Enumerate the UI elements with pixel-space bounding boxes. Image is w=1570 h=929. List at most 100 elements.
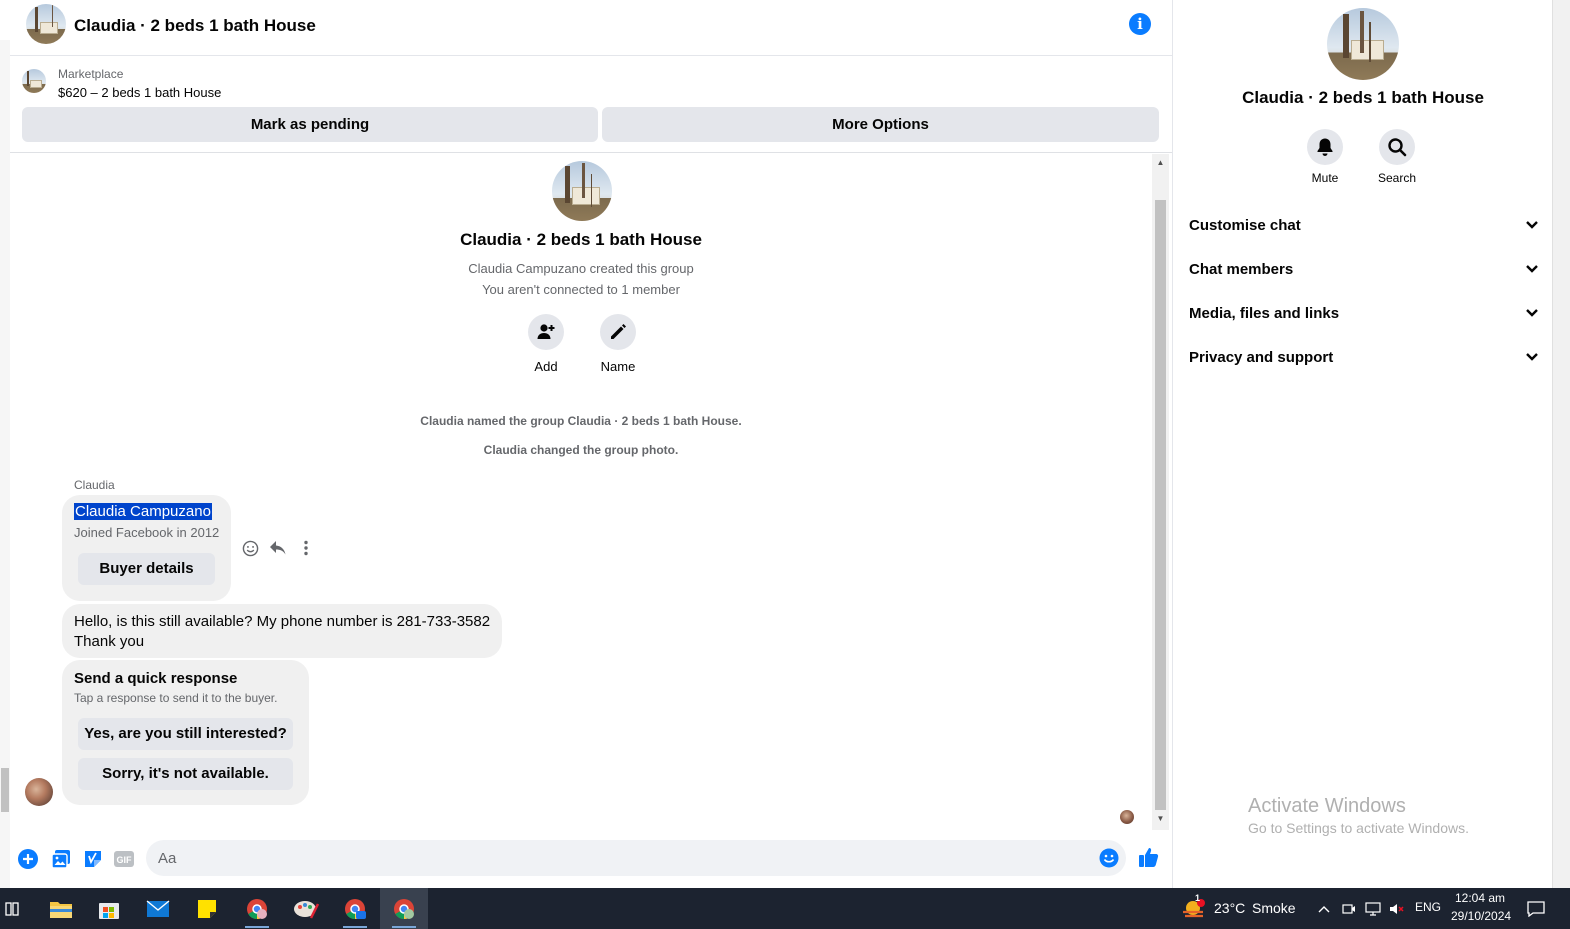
quick-response-title: Send a quick response — [74, 670, 238, 687]
activate-windows-title: Activate Windows — [1248, 795, 1406, 817]
chat-header: Claudia · 2 beds 1 bath House i — [10, 0, 1172, 56]
listing-thumbnail[interactable] — [22, 69, 46, 93]
buyer-name[interactable]: Claudia Campuzano — [74, 503, 212, 520]
network-icon[interactable] — [1362, 888, 1384, 929]
volume-muted-icon[interactable] — [1386, 888, 1408, 929]
buyer-joined-text: Joined Facebook in 2012 — [74, 525, 220, 540]
quick-response-yes-button[interactable]: Yes, are you still interested? — [78, 718, 293, 750]
search-icon[interactable] — [1379, 129, 1415, 165]
group-name: Claudia · 2 beds 1 bath House — [460, 230, 702, 249]
message-thread: Claudia · 2 beds 1 bath House Claudia Ca… — [10, 154, 1152, 830]
name-group-action[interactable]: Name — [583, 314, 653, 374]
reply-icon[interactable] — [268, 538, 288, 558]
gif-label: GIF — [117, 855, 133, 865]
emoji-picker-icon[interactable] — [1099, 848, 1119, 868]
buyer-details-button[interactable]: Buyer details — [78, 553, 215, 585]
sticker-icon[interactable] — [82, 848, 104, 870]
privacy-support-section[interactable]: Privacy and support — [1189, 342, 1539, 372]
weather-temp[interactable]: 23°C — [1214, 900, 1245, 916]
chrome-profile-2-icon[interactable] — [331, 888, 379, 929]
group-photo — [552, 161, 612, 221]
file-explorer-icon[interactable] — [37, 888, 85, 929]
connection-text: You aren't connected to 1 member — [482, 282, 680, 297]
emoji-icon[interactable] — [240, 538, 260, 558]
add-person-icon[interactable] — [528, 314, 564, 350]
message-tools — [240, 538, 316, 558]
more-vertical-icon[interactable] — [296, 538, 316, 558]
message-composer: GIF — [10, 834, 1172, 884]
chat-window: Claudia · 2 beds 1 bath House i Marketpl… — [0, 0, 1172, 888]
notifications-icon[interactable] — [1522, 888, 1550, 929]
page-scrollbar[interactable] — [1552, 0, 1570, 888]
group-created-text: Claudia Campuzano created this group — [468, 261, 694, 276]
customise-chat-section[interactable]: Customise chat — [1189, 210, 1539, 240]
chevron-up-icon[interactable] — [1314, 888, 1334, 929]
section-label: Privacy and support — [1189, 348, 1334, 366]
info-icon[interactable]: i — [1129, 13, 1151, 35]
panel-group-avatar[interactable] — [1327, 8, 1399, 80]
section-label: Chat members — [1189, 260, 1294, 278]
message-line-2: Thank you — [74, 633, 145, 650]
group-avatar[interactable] — [26, 4, 66, 44]
bell-icon[interactable] — [1307, 129, 1343, 165]
system-message-rename: Claudia named the group Claudia · 2 beds… — [420, 414, 742, 428]
clock-time[interactable]: 12:04 am — [1455, 891, 1505, 905]
quick-response-sorry-button[interactable]: Sorry, it's not available. — [78, 758, 293, 790]
chat-info-panel: Claudia · 2 beds 1 bath House Mute Searc… — [1172, 0, 1552, 888]
quick-response-subtitle: Tap a response to send it to the buyer. — [74, 691, 278, 705]
task-view-icon[interactable] — [0, 888, 24, 929]
system-message-photo: Claudia changed the group photo. — [483, 443, 679, 457]
message-bubble[interactable]: Hello, is this still available? My phone… — [62, 604, 502, 658]
search-action[interactable]: Search — [1365, 129, 1429, 185]
marketplace-banner: Marketplace $620 – 2 beds 1 bath House M… — [10, 57, 1172, 153]
scroll-down-arrow[interactable]: ▼ — [1152, 812, 1169, 826]
chevron-down-icon — [1526, 309, 1538, 317]
message-input[interactable] — [146, 840, 1126, 876]
message-text: Hello, is this still available? My phone… — [74, 612, 494, 652]
chevron-down-icon — [1526, 353, 1538, 361]
chrome-profile-1-icon[interactable] — [233, 888, 281, 929]
pencil-icon[interactable] — [600, 314, 636, 350]
paint-app-icon[interactable] — [282, 888, 330, 929]
thread-scrollbar[interactable]: ▲ ▼ — [1152, 154, 1169, 830]
media-files-links-section[interactable]: Media, files and links — [1189, 298, 1539, 328]
chat-members-section[interactable]: Chat members — [1189, 254, 1539, 284]
plus-icon[interactable] — [17, 848, 39, 870]
mark-as-pending-button[interactable]: Mark as pending — [22, 107, 598, 142]
sender-avatar[interactable] — [25, 778, 53, 806]
panel-group-name: Claudia · 2 beds 1 bath House — [1242, 88, 1484, 107]
marketplace-label: Marketplace — [58, 67, 124, 81]
section-label: Customise chat — [1189, 216, 1301, 234]
clock-date[interactable]: 29/10/2024 — [1451, 909, 1511, 923]
activate-windows-subtitle: Go to Settings to activate Windows. — [1248, 820, 1469, 836]
input-language[interactable]: ENG — [1415, 900, 1441, 914]
read-receipt-avatar — [1120, 810, 1134, 824]
sticky-notes-icon[interactable] — [183, 888, 231, 929]
gif-icon[interactable]: GIF — [113, 848, 135, 870]
more-options-button[interactable]: More Options — [602, 107, 1159, 142]
left-scroll-thumb[interactable] — [1, 768, 9, 812]
photo-icon[interactable] — [50, 848, 72, 870]
scroll-up-arrow[interactable]: ▲ — [1152, 156, 1169, 170]
like-icon[interactable] — [1138, 846, 1160, 868]
quick-response-bubble: Send a quick response Tap a response to … — [62, 660, 309, 805]
search-label: Search — [1377, 171, 1417, 185]
thread-scroll-thumb[interactable] — [1155, 200, 1166, 810]
mute-action[interactable]: Mute — [1293, 129, 1357, 185]
chrome-profile-3-icon[interactable] — [380, 888, 428, 929]
left-scroll-track[interactable] — [0, 40, 10, 888]
taskbar: 1 23°C Smoke ENG 12:04 am 29/10/2024 — [0, 888, 1570, 929]
weather-icon[interactable] — [1180, 888, 1208, 929]
microsoft-store-icon[interactable] — [85, 888, 133, 929]
meet-now-icon[interactable] — [1338, 888, 1360, 929]
section-label: Media, files and links — [1189, 304, 1340, 322]
chat-title[interactable]: Claudia · 2 beds 1 bath House — [74, 16, 316, 36]
listing-title[interactable]: $620 – 2 beds 1 bath House — [58, 85, 221, 100]
weather-desc[interactable]: Smoke — [1252, 900, 1296, 916]
add-member-action[interactable]: Add — [511, 314, 581, 374]
chevron-down-icon — [1526, 265, 1538, 273]
message-line-1: Hello, is this still available? My phone… — [74, 613, 491, 630]
weather-badge: 1 — [1195, 893, 1201, 903]
add-label: Add — [534, 359, 558, 374]
mail-icon[interactable] — [134, 888, 182, 929]
